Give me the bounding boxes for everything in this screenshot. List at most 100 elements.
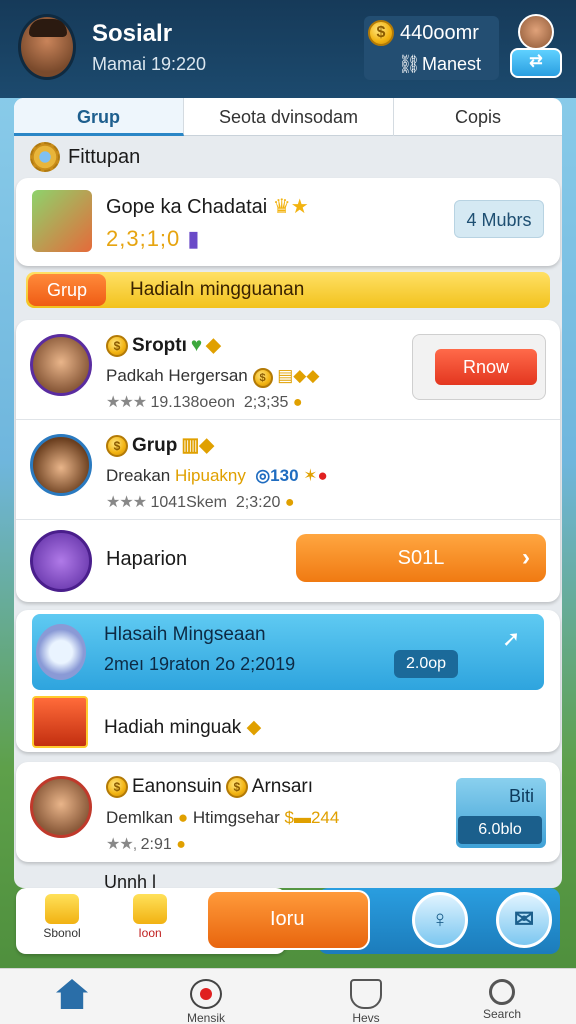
wallet-label: Manest [422,54,482,74]
friend-badge-top: Biti [508,786,534,806]
player-name: $ Grup ▥◆ [106,434,214,457]
dock-item-label: Sbonol [43,926,81,940]
eye-flower-icon [36,624,86,680]
key-icon[interactable]: ♀ [412,892,468,948]
coin-icon: $ [225,776,248,798]
player-meta: ★★★ 1041Skem 2;3:20 ● [106,494,295,511]
dock-item-star[interactable]: Sbonol [32,892,92,948]
nav-home[interactable] [32,979,112,1011]
score-value: ◎130 [255,466,299,485]
tab-bar: Grup Seota dvinsodam Copis [14,98,562,136]
nav-label: Mensik [186,1011,225,1024]
coin-icon: $ [106,434,128,457]
dock-item-label: Ioon [138,926,162,940]
profile-button[interactable]: ⇄ [508,14,564,84]
chest-icon [133,894,167,924]
coin-icon: $ [252,368,273,388]
reward-badge: 2.0op [394,650,458,678]
wallet-amount: 440oomr [400,22,479,44]
dock-main-label: Ioru [270,908,305,930]
section-header: Fittupan [30,142,140,172]
banner-pill[interactable]: Grup [28,274,106,306]
gift-label[interactable]: Hadiah minguak ◆ [104,716,261,739]
reward-icons: ✶ [303,466,318,485]
arrow-icon[interactable]: ➚ [502,626,520,652]
nav-record[interactable]: Mensik [166,979,246,1024]
main-panel: Grup Seota dvinsodam Copis Fittupan Gope… [14,98,562,888]
nav-shield[interactable]: Hevs [326,979,406,1024]
gear-icon [30,142,60,172]
bag-icon: ◆ [206,335,221,356]
user-avatar[interactable] [18,14,76,80]
reward-card: Hlasaih Mingseaan 2meı 19raton 2o 2;2019… [16,610,560,752]
book-icon: ▮ [187,226,201,251]
leaf-icon: ♥ [190,334,203,356]
coin-icon: $ [368,20,394,46]
player-name: $ Sroptı ♥ ◆ [106,334,221,357]
player-avatar [30,334,92,396]
chat-icon[interactable]: ✉ [496,892,552,948]
list-item[interactable]: Haparion S01L › [16,520,560,602]
items-icon: ▤◆◆ [277,366,320,385]
friend-badge-bottom: 6.0blo [458,816,542,844]
nav-search[interactable]: Search [462,979,542,1021]
player-avatar [30,776,92,838]
app-title: Sosialr [92,20,173,47]
members-badge[interactable]: 4 Mubrs [454,200,544,238]
tab-grup[interactable]: Grup [14,98,184,136]
player-avatar [30,434,92,496]
dock-item-chest[interactable]: Ioon [120,892,180,948]
group-code: 2,3;1;0 ▮ [106,226,201,251]
weekly-banner[interactable]: Grup Hadialn mingguanan [26,272,550,308]
coin-icon: $ [106,334,128,357]
bottom-nav: Mensik Hevs Search [0,968,576,1024]
sell-button[interactable]: S01L › [296,534,546,582]
profile-avatar-icon [518,14,554,50]
group-name: Gope ka Chadatai ♛★ [106,196,309,218]
player-meta: ★★★ 19.138oeon 2;3;35 ● [106,394,303,411]
peek-row: Unnh l [104,872,157,888]
treasure-icon: ▥◆ [181,435,214,456]
reward-title: Hlasaih Mingseaan [104,624,266,645]
search-icon [489,979,515,1005]
coin-icon: $ [106,776,128,798]
gift-icon [32,696,88,748]
app-subtitle: Mamai 19:220 [92,54,207,74]
friend-meta: ★★, 2:91 ● [106,836,186,853]
shield-icon [350,979,382,1009]
coin-icon: ● [177,808,189,827]
reward-subtitle: 2meı 19raton 2o 2;2019 [104,654,296,674]
friend-badge[interactable]: Biti 6.0blo [456,778,546,848]
wallet-panel[interactable]: $ 440oomr ⛓ Manest [364,16,499,80]
action-dock: Sbonol Ioon Ioru ♀ ✉ [16,888,560,954]
home-icon [56,979,88,1009]
group-card[interactable]: Gope ka Chadatai ♛★ 2,3;1;0 ▮ 4 Mubrs [16,178,560,266]
monster-avatar [30,530,92,592]
crown-icon: ♛★ [272,196,309,218]
link-icon: ⛓ [398,54,421,74]
tab-second[interactable]: Seota dvinsodam [184,98,394,136]
tab-copis[interactable]: Copis [394,98,562,136]
player-detail: Padkah Hergersan $ ▤◆◆ [106,366,319,388]
now-button[interactable]: Rnow [435,349,537,385]
chevron-right-icon: › [522,544,530,571]
action-box: Rnow [412,334,546,400]
player-list: $ Sroptı ♥ ◆ Padkah Hergersan $ ▤◆◆ ★★★ 1… [16,320,560,602]
swap-icon: ⇄ [510,48,562,78]
dock-main-button[interactable]: Ioru [206,890,370,950]
banner-text: Hadialn mingguanan [130,279,305,300]
list-item[interactable]: $ Grup ▥◆ Dreakan Hipuakny ◎130 ✶● ★★★ 1… [16,420,560,520]
player-detail: Dreakan Hipuakny ◎130 ✶● [106,466,328,485]
list-item[interactable]: $ Sroptı ♥ ◆ Padkah Hergersan $ ▤◆◆ ★★★ 1… [16,320,560,420]
player-name: Haparion [106,548,188,570]
friend-detail: Demlkan ● Htimgsehar $▬244 [106,808,340,827]
section-title: Fittupan [68,145,141,168]
star-icon [45,894,79,924]
reward-banner[interactable]: Hlasaih Mingseaan 2meı 19raton 2o 2;2019… [32,614,544,690]
coin-icon: ● [176,836,186,853]
friend-name: $ Eanonsuin $ Arnsarı [106,776,313,798]
friend-card[interactable]: $ Eanonsuin $ Arnsarı Demlkan ● Htimgseh… [16,762,560,862]
app-header: Sosialr Mamai 19:220 $ 440oomr ⛓ Manest … [0,0,576,98]
nav-label: Hevs [352,1011,380,1024]
coin-icon: ● [292,394,303,411]
